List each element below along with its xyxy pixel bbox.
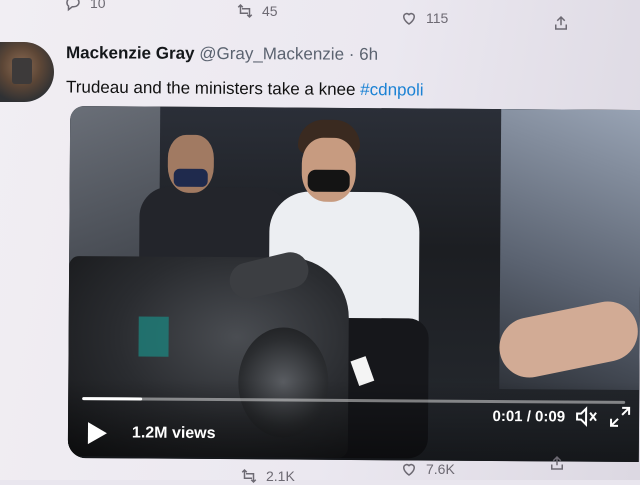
video-player[interactable]: 1.2M views 0:01 / 0:09 <box>67 106 640 462</box>
retweet-icon <box>241 468 257 484</box>
like-button-main[interactable]: 7.6K <box>400 460 455 478</box>
retweet-count-main: 2.1K <box>266 468 295 484</box>
retweet-icon <box>237 3 253 19</box>
author-name[interactable]: Mackenzie Gray <box>66 43 195 63</box>
mute-icon <box>576 406 597 428</box>
tweet-header: Mackenzie Gray @Gray_Mackenzie · 6h <box>66 43 378 65</box>
mute-button[interactable] <box>575 406 599 428</box>
share-icon <box>555 15 567 30</box>
retweet-button-main[interactable]: 2.1K <box>240 467 295 485</box>
tweet-text: Trudeau and the ministers take a knee #c… <box>66 77 424 100</box>
like-button[interactable]: 115 <box>400 9 448 27</box>
like-count-main: 7.6K <box>426 461 455 477</box>
video-progress-fill <box>82 397 142 401</box>
like-icon <box>402 463 416 476</box>
tweet-actions: 2.1K 7.6K <box>0 455 640 485</box>
play-button[interactable] <box>84 420 110 446</box>
video-time: 0:01 / 0:09 <box>492 407 566 426</box>
tweet-body: Trudeau and the ministers take a knee <box>65 77 356 99</box>
like-icon <box>402 12 416 25</box>
fullscreen-button[interactable] <box>609 406 631 428</box>
like-count: 115 <box>426 10 449 26</box>
twitter-screen: 10 45 115 Mackenzie Gray @Gray_Mackenzie… <box>0 0 640 484</box>
share-button[interactable] <box>552 14 570 32</box>
avatar[interactable] <box>0 42 54 102</box>
hashtag-link[interactable]: #cdnpoli <box>360 80 423 100</box>
fullscreen-icon <box>610 406 631 427</box>
play-icon <box>87 422 107 445</box>
reply-count: 10 <box>90 0 106 11</box>
author-handle[interactable]: @Gray_Mackenzie <box>199 44 344 64</box>
avatar-photo <box>12 58 32 84</box>
retweet-button[interactable]: 45 <box>236 2 278 20</box>
retweet-count: 45 <box>262 3 278 19</box>
separator-dot: · <box>348 44 355 64</box>
share-icon <box>551 455 563 470</box>
previous-tweet-actions: 10 45 115 <box>0 0 640 30</box>
reply-button[interactable]: 10 <box>64 0 106 12</box>
tweet-time[interactable]: 6h <box>359 45 378 64</box>
share-button-main[interactable] <box>548 454 566 472</box>
view-count: 1.2M views <box>131 424 216 443</box>
reply-icon <box>66 0 80 12</box>
